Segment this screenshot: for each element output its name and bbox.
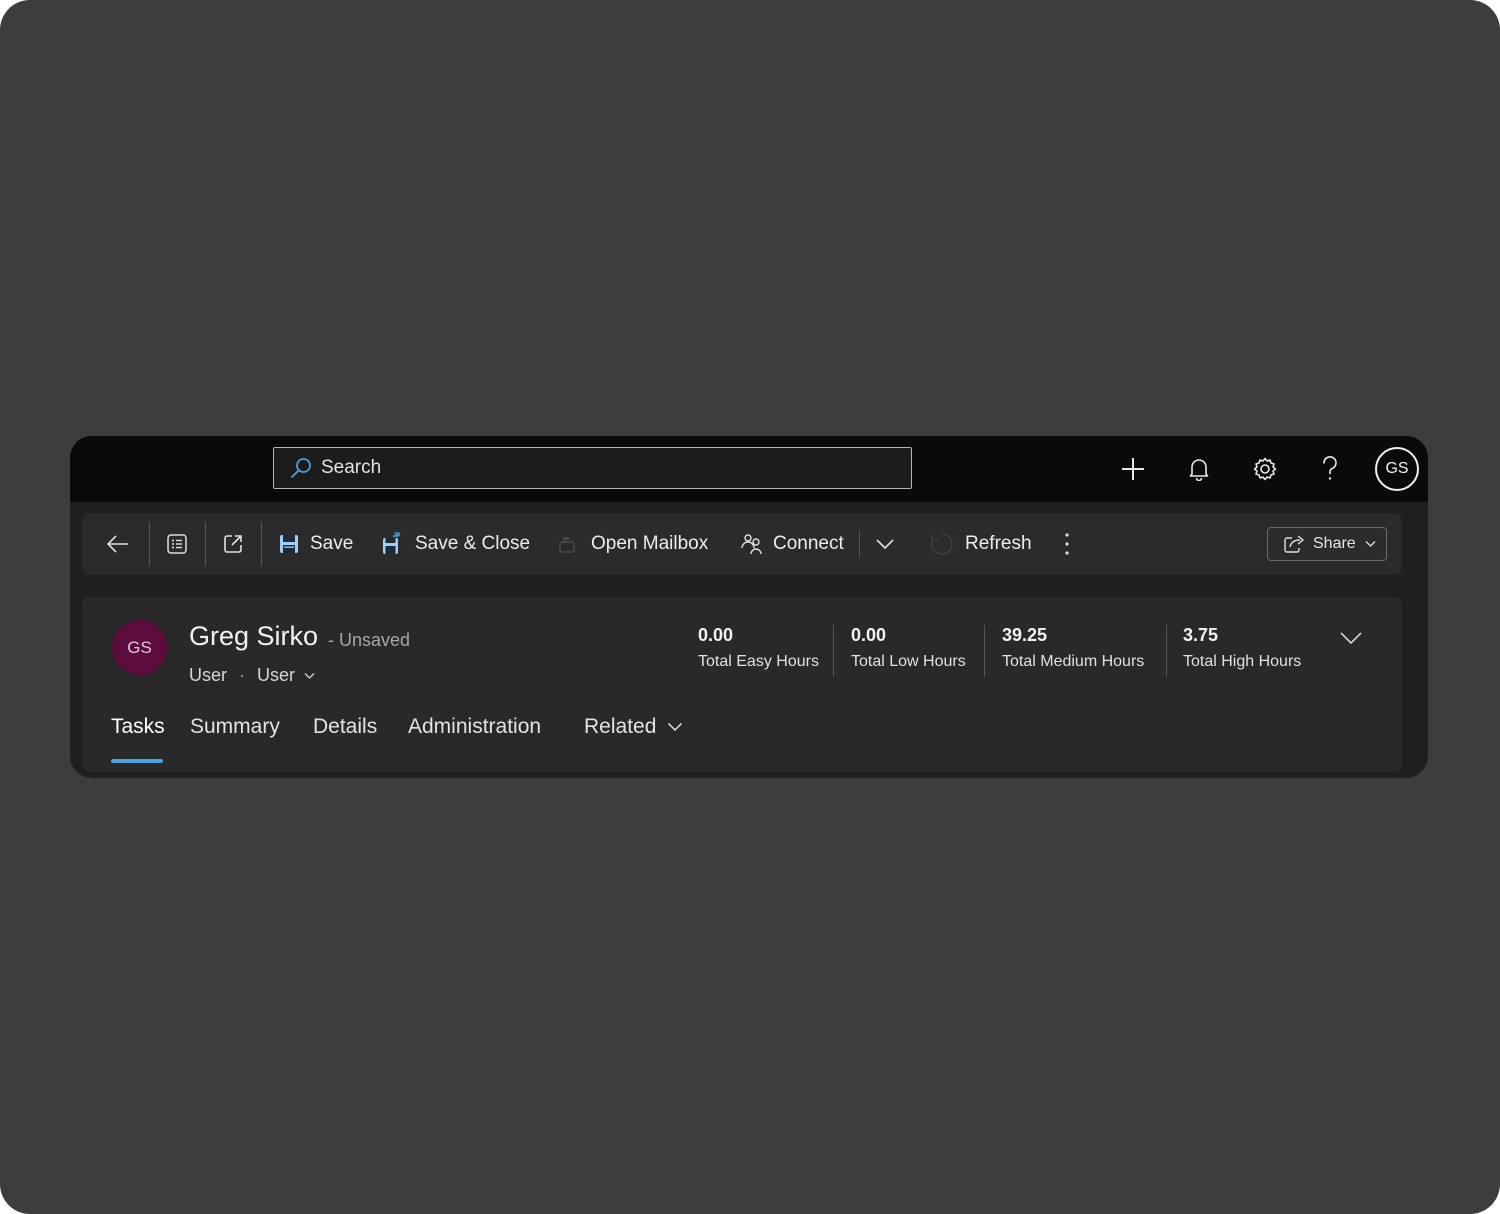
chevron-down-icon	[304, 672, 315, 679]
save-close-button[interactable]: Save & Close	[382, 513, 530, 575]
record-set-button[interactable]	[166, 513, 188, 575]
more-vertical-icon	[1065, 533, 1069, 555]
connect-button[interactable]: Connect	[741, 513, 844, 575]
refresh-button[interactable]: Refresh	[930, 513, 1032, 575]
share-button[interactable]: Share	[1267, 527, 1387, 561]
top-bar: GS	[70, 436, 1428, 502]
tab-summary[interactable]: Summary	[190, 715, 280, 739]
search-icon	[291, 458, 311, 478]
save-close-label: Save & Close	[415, 533, 531, 554]
people-icon	[741, 534, 762, 555]
refresh-icon	[931, 533, 953, 555]
gear-icon[interactable]	[1248, 452, 1282, 486]
stat-low-hours: 0.00 Total Low Hours	[851, 625, 966, 671]
backdrop: GS Save Save & Close	[0, 0, 1500, 1214]
chevron-down-icon	[1365, 541, 1376, 547]
toolbar-separator	[149, 522, 150, 566]
more-commands-button[interactable]	[1063, 513, 1071, 575]
save-icon	[280, 535, 298, 553]
record-name: Greg Sirko	[189, 621, 319, 651]
stat-separator	[1166, 625, 1167, 677]
expand-header-button[interactable]	[1339, 631, 1363, 650]
save-button[interactable]: Save	[279, 513, 353, 575]
stat-separator	[833, 625, 834, 677]
refresh-label: Refresh	[965, 533, 1032, 554]
connect-dropdown-button[interactable]	[875, 513, 895, 575]
open-mailbox-label: Open Mailbox	[591, 533, 709, 554]
list-icon	[167, 534, 187, 554]
tab-administration[interactable]: Administration	[408, 715, 541, 739]
toolbar-separator	[205, 522, 206, 566]
add-icon[interactable]	[1116, 452, 1150, 486]
tab-details[interactable]: Details	[313, 715, 377, 739]
record-avatar: GS	[112, 620, 167, 675]
chevron-down-icon	[876, 539, 894, 550]
toolbar-separator	[261, 522, 262, 566]
tab-related[interactable]: Related	[584, 715, 683, 739]
stat-easy-hours: 0.00 Total Easy Hours	[698, 625, 819, 671]
entity-name: User	[189, 665, 228, 685]
stat-value: 0.00	[698, 625, 734, 645]
stat-value: 39.25	[1002, 625, 1048, 645]
search-box[interactable]	[273, 447, 912, 489]
chevron-down-icon	[668, 722, 683, 732]
save-status: - Unsaved	[328, 630, 411, 650]
stat-separator	[984, 625, 985, 677]
share-label: Share	[1313, 535, 1356, 552]
open-mailbox-button[interactable]: Open Mailbox	[558, 513, 708, 575]
bell-icon[interactable]	[1182, 452, 1216, 486]
chevron-down-icon	[1340, 632, 1362, 645]
record-subtitle: User · User	[189, 665, 315, 686]
stat-label: Total High Hours	[1183, 653, 1302, 670]
stat-high-hours: 3.75 Total High Hours	[1183, 625, 1301, 671]
form-name: User	[257, 665, 296, 685]
form-selector[interactable]: User	[257, 665, 315, 686]
toolbar-separator	[859, 530, 860, 558]
record-header: GS Greg Sirko - Unsaved User · User 0.00…	[82, 597, 1402, 772]
share-icon	[1284, 535, 1305, 553]
command-bar: Save Save & Close Open Mailbox Connect R…	[82, 513, 1402, 575]
tab-tasks[interactable]: Tasks	[111, 715, 165, 739]
arrow-left-icon	[106, 535, 128, 553]
stat-medium-hours: 39.25 Total Medium Hours	[1002, 625, 1144, 671]
stat-label: Total Low Hours	[851, 653, 966, 670]
search-input[interactable]	[321, 457, 881, 479]
save-label: Save	[310, 533, 354, 554]
open-new-window-button[interactable]	[222, 513, 244, 575]
stat-value: 3.75	[1183, 625, 1219, 645]
app-window: GS Save Save & Close	[70, 436, 1428, 778]
stat-value: 0.00	[851, 625, 887, 645]
active-tab-indicator	[111, 759, 163, 763]
help-icon[interactable]	[1313, 452, 1347, 486]
stat-label: Total Medium Hours	[1002, 653, 1145, 670]
mailbox-icon	[559, 537, 575, 553]
connect-label: Connect	[773, 533, 844, 554]
separator-dot: ·	[239, 665, 246, 685]
save-close-icon	[383, 532, 401, 554]
stat-label: Total Easy Hours	[698, 653, 819, 670]
back-button[interactable]	[106, 513, 130, 575]
tab-related-label: Related	[584, 715, 657, 738]
user-avatar[interactable]: GS	[1375, 447, 1419, 491]
open-external-icon	[224, 535, 242, 553]
